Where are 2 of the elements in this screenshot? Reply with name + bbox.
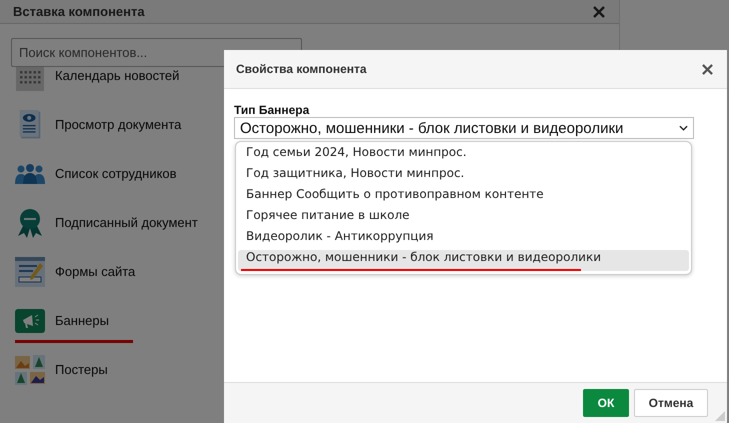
window-title: Вставка компонента (13, 4, 145, 19)
field-label: Тип Баннера (234, 103, 310, 117)
